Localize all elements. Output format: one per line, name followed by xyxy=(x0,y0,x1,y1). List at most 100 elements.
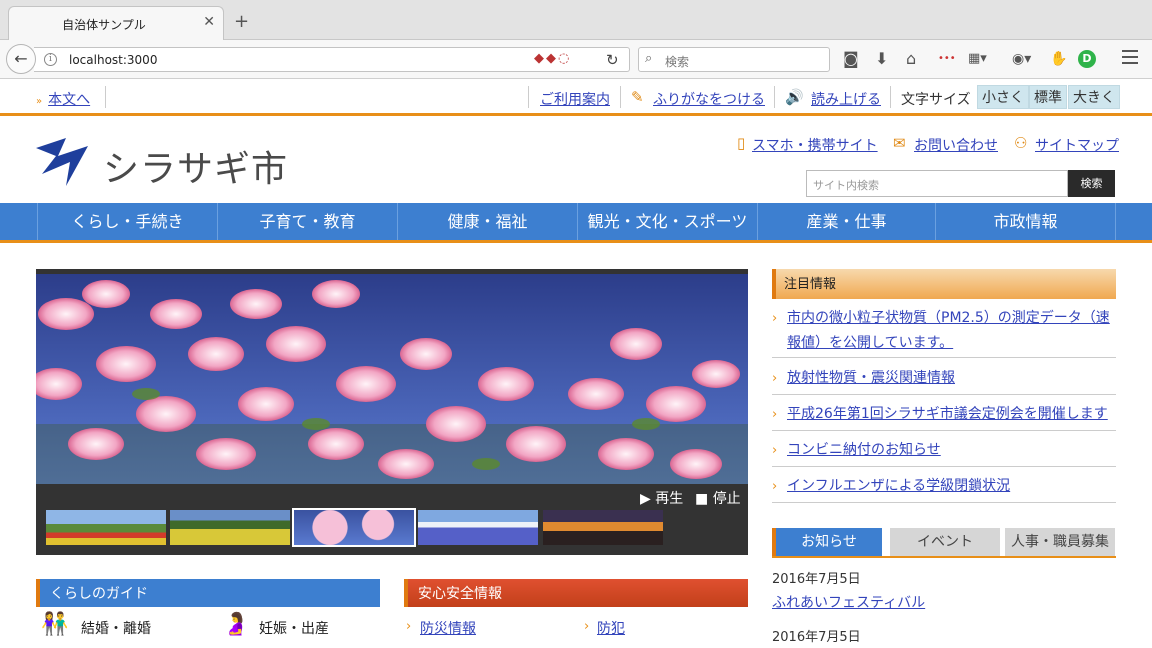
chevron-right-icon: › xyxy=(772,443,778,458)
guide-link-marriage[interactable]: 結婚・離婚 xyxy=(81,618,151,638)
browser-tab-strip: 自治体サンプル ✕ + xyxy=(0,0,1152,40)
read-aloud-link[interactable]: 読み上げる xyxy=(811,89,881,109)
profile-icon[interactable]: ◉▾ xyxy=(1012,49,1031,69)
home-icon[interactable]: ⌂ xyxy=(906,49,916,69)
notice-item: › 市内の微小粒子状物質（PM2.5）の測定データ（速報値）を公開しています。 xyxy=(772,306,1116,358)
utility-bar: » 本文へ ご利用案内 ✎ ふりがなをつける 🔊 読み上げる 文字サイズ 小さく … xyxy=(0,80,1152,116)
nav-item-living[interactable]: くらし・手続き xyxy=(37,203,217,240)
skip-label: 本文へ xyxy=(48,92,91,108)
divider xyxy=(620,86,621,108)
mobile-site-link[interactable]: スマホ・携帯サイト xyxy=(752,135,878,155)
reload-icon[interactable]: ↻ xyxy=(606,51,619,69)
back-arrow-icon[interactable]: ← xyxy=(6,44,36,74)
notice-link[interactable]: インフルエンザによる学級閉鎖状況 xyxy=(772,474,1116,499)
news-date: 2016年7月5日 xyxy=(772,572,861,587)
news-link[interactable]: ふれあいフェスティバル xyxy=(772,592,925,612)
addon-grid-icon[interactable]: ▦▾ xyxy=(968,49,987,69)
search-icon: ⌕ xyxy=(645,51,653,66)
addon-icon[interactable]: ••• xyxy=(938,49,956,69)
slide-image xyxy=(36,274,748,484)
browser-search-input[interactable]: ⌕ 検索 xyxy=(638,47,830,72)
living-guide-title: くらしのガイド xyxy=(36,579,380,607)
site-search-placeholder: サイト内検索 xyxy=(813,179,879,192)
chevron-right-icon: › xyxy=(406,619,412,634)
tab-news[interactable]: お知らせ xyxy=(772,528,882,556)
tab-recruitment[interactable]: 人事・職員募集 xyxy=(1005,528,1115,556)
search-placeholder: 検索 xyxy=(665,55,690,69)
tab-title: 自治体サンプル xyxy=(62,18,146,32)
furigana-link[interactable]: ふりがなをつける xyxy=(653,89,765,109)
couple-icon: 👫 xyxy=(41,612,69,637)
global-nav: くらし・手続き 子育て・教育 健康・福祉 観光・文化・スポーツ 産業・仕事 市政… xyxy=(0,203,1152,243)
browser-tab[interactable]: 自治体サンプル ✕ xyxy=(8,6,224,40)
chevron-right-icon: › xyxy=(772,371,778,386)
pocket-icon[interactable]: ◙ xyxy=(843,49,859,69)
nav-item-industry[interactable]: 産業・仕事 xyxy=(757,203,935,240)
chevron-right-icon: › xyxy=(772,407,778,422)
site-search-button[interactable]: 検索 xyxy=(1068,170,1115,197)
skip-to-content-link[interactable]: » 本文へ xyxy=(36,89,90,109)
double-chevron-icon: » xyxy=(36,96,43,107)
nav-item-city-info[interactable]: 市政情報 xyxy=(935,203,1116,240)
notice-item: › 放射性物質・震災関連情報 xyxy=(772,366,1116,395)
chevron-right-icon: › xyxy=(772,479,778,494)
addon-green-icon[interactable]: D xyxy=(1078,50,1096,68)
notice-link[interactable]: 平成26年第1回シラサギ市議会定例会を開催します xyxy=(772,402,1116,427)
url-bar[interactable]: i localhost:3000 ◆◆◌ ↻ xyxy=(34,47,630,72)
pregnancy-icon: 🤰 xyxy=(222,612,250,637)
notice-link[interactable]: コンビニ納付のお知らせ xyxy=(772,438,1116,463)
close-icon[interactable]: ✕ xyxy=(203,14,215,30)
featured-info-title: 注目情報 xyxy=(772,269,1116,299)
notice-item: › コンビニ納付のお知らせ xyxy=(772,438,1116,467)
text-size-large-button[interactable]: 大きく xyxy=(1068,85,1120,109)
nav-item-tourism[interactable]: 観光・文化・スポーツ xyxy=(577,203,757,240)
addon-icons[interactable]: ◆◆◌ xyxy=(534,51,571,66)
notice-link[interactable]: 市内の微小粒子状物質（PM2.5）の測定データ（速報値）を公開しています。 xyxy=(772,306,1116,356)
text-size-label: 文字サイズ xyxy=(901,92,971,108)
notice-item: › 平成26年第1回シラサギ市議会定例会を開催します xyxy=(772,402,1116,431)
sitemap-link[interactable]: サイトマップ xyxy=(1035,135,1119,155)
news-tabs: お知らせ イベント 人事・職員募集 xyxy=(772,528,1116,558)
chevron-right-icon: › xyxy=(772,311,778,326)
slider-thumbnail[interactable] xyxy=(418,510,538,545)
text-size-normal-button[interactable]: 標準 xyxy=(1029,85,1067,109)
stop-label: 停止 xyxy=(712,491,741,507)
divider xyxy=(890,86,891,108)
tab-events[interactable]: イベント xyxy=(890,528,1000,556)
hamburger-menu-icon[interactable] xyxy=(1122,50,1138,68)
play-label: 再生 xyxy=(655,491,684,507)
pencil-icon: ✎ xyxy=(631,88,644,106)
safety-link-crime[interactable]: 防犯 xyxy=(597,618,625,638)
chevron-right-icon: › xyxy=(584,619,590,634)
slider-stop-button[interactable]: ■ 停止 xyxy=(695,488,741,508)
site-logo-text[interactable]: シラサギ市 xyxy=(103,140,288,192)
divider xyxy=(774,86,775,108)
slider-thumbnail-active[interactable] xyxy=(292,508,416,547)
slider-thumbnail[interactable] xyxy=(170,510,290,545)
slider-play-button[interactable]: ▶ 再生 xyxy=(640,488,683,508)
divider xyxy=(105,86,106,108)
safety-link-disaster[interactable]: 防災情報 xyxy=(420,618,476,638)
info-icon[interactable]: i xyxy=(44,53,57,66)
logo-icon[interactable] xyxy=(36,134,92,186)
nav-item-health[interactable]: 健康・福祉 xyxy=(397,203,577,240)
slider-thumbnail[interactable] xyxy=(46,510,166,545)
download-icon[interactable]: ⬇ xyxy=(875,49,888,69)
guide-link-pregnancy[interactable]: 妊娠・出産 xyxy=(259,618,329,638)
safety-info-title: 安心安全情報 xyxy=(404,579,748,607)
nav-item-childcare[interactable]: 子育て・教育 xyxy=(217,203,397,240)
sitemap-icon: ⚇ xyxy=(1014,134,1028,152)
text-size-small-button[interactable]: 小さく xyxy=(977,85,1029,109)
url-text[interactable]: localhost:3000 xyxy=(69,53,157,67)
slider-thumbnail[interactable] xyxy=(543,510,663,545)
notice-link[interactable]: 放射性物質・震災関連情報 xyxy=(772,366,1116,391)
mail-icon: ✉ xyxy=(893,134,906,152)
phone-icon: ▯ xyxy=(737,134,746,152)
hand-icon[interactable]: ✋ xyxy=(1050,49,1067,69)
divider xyxy=(528,86,529,108)
browser-toolbar: i localhost:3000 ◆◆◌ ↻ ← ⌕ 検索 ◙ ⬇ ⌂ ••• … xyxy=(0,40,1152,79)
new-tab-icon[interactable]: + xyxy=(234,13,249,31)
contact-link[interactable]: お問い合わせ xyxy=(914,135,998,155)
usage-guide-link[interactable]: ご利用案内 xyxy=(540,89,610,109)
site-search-input[interactable]: サイト内検索 xyxy=(806,170,1068,197)
